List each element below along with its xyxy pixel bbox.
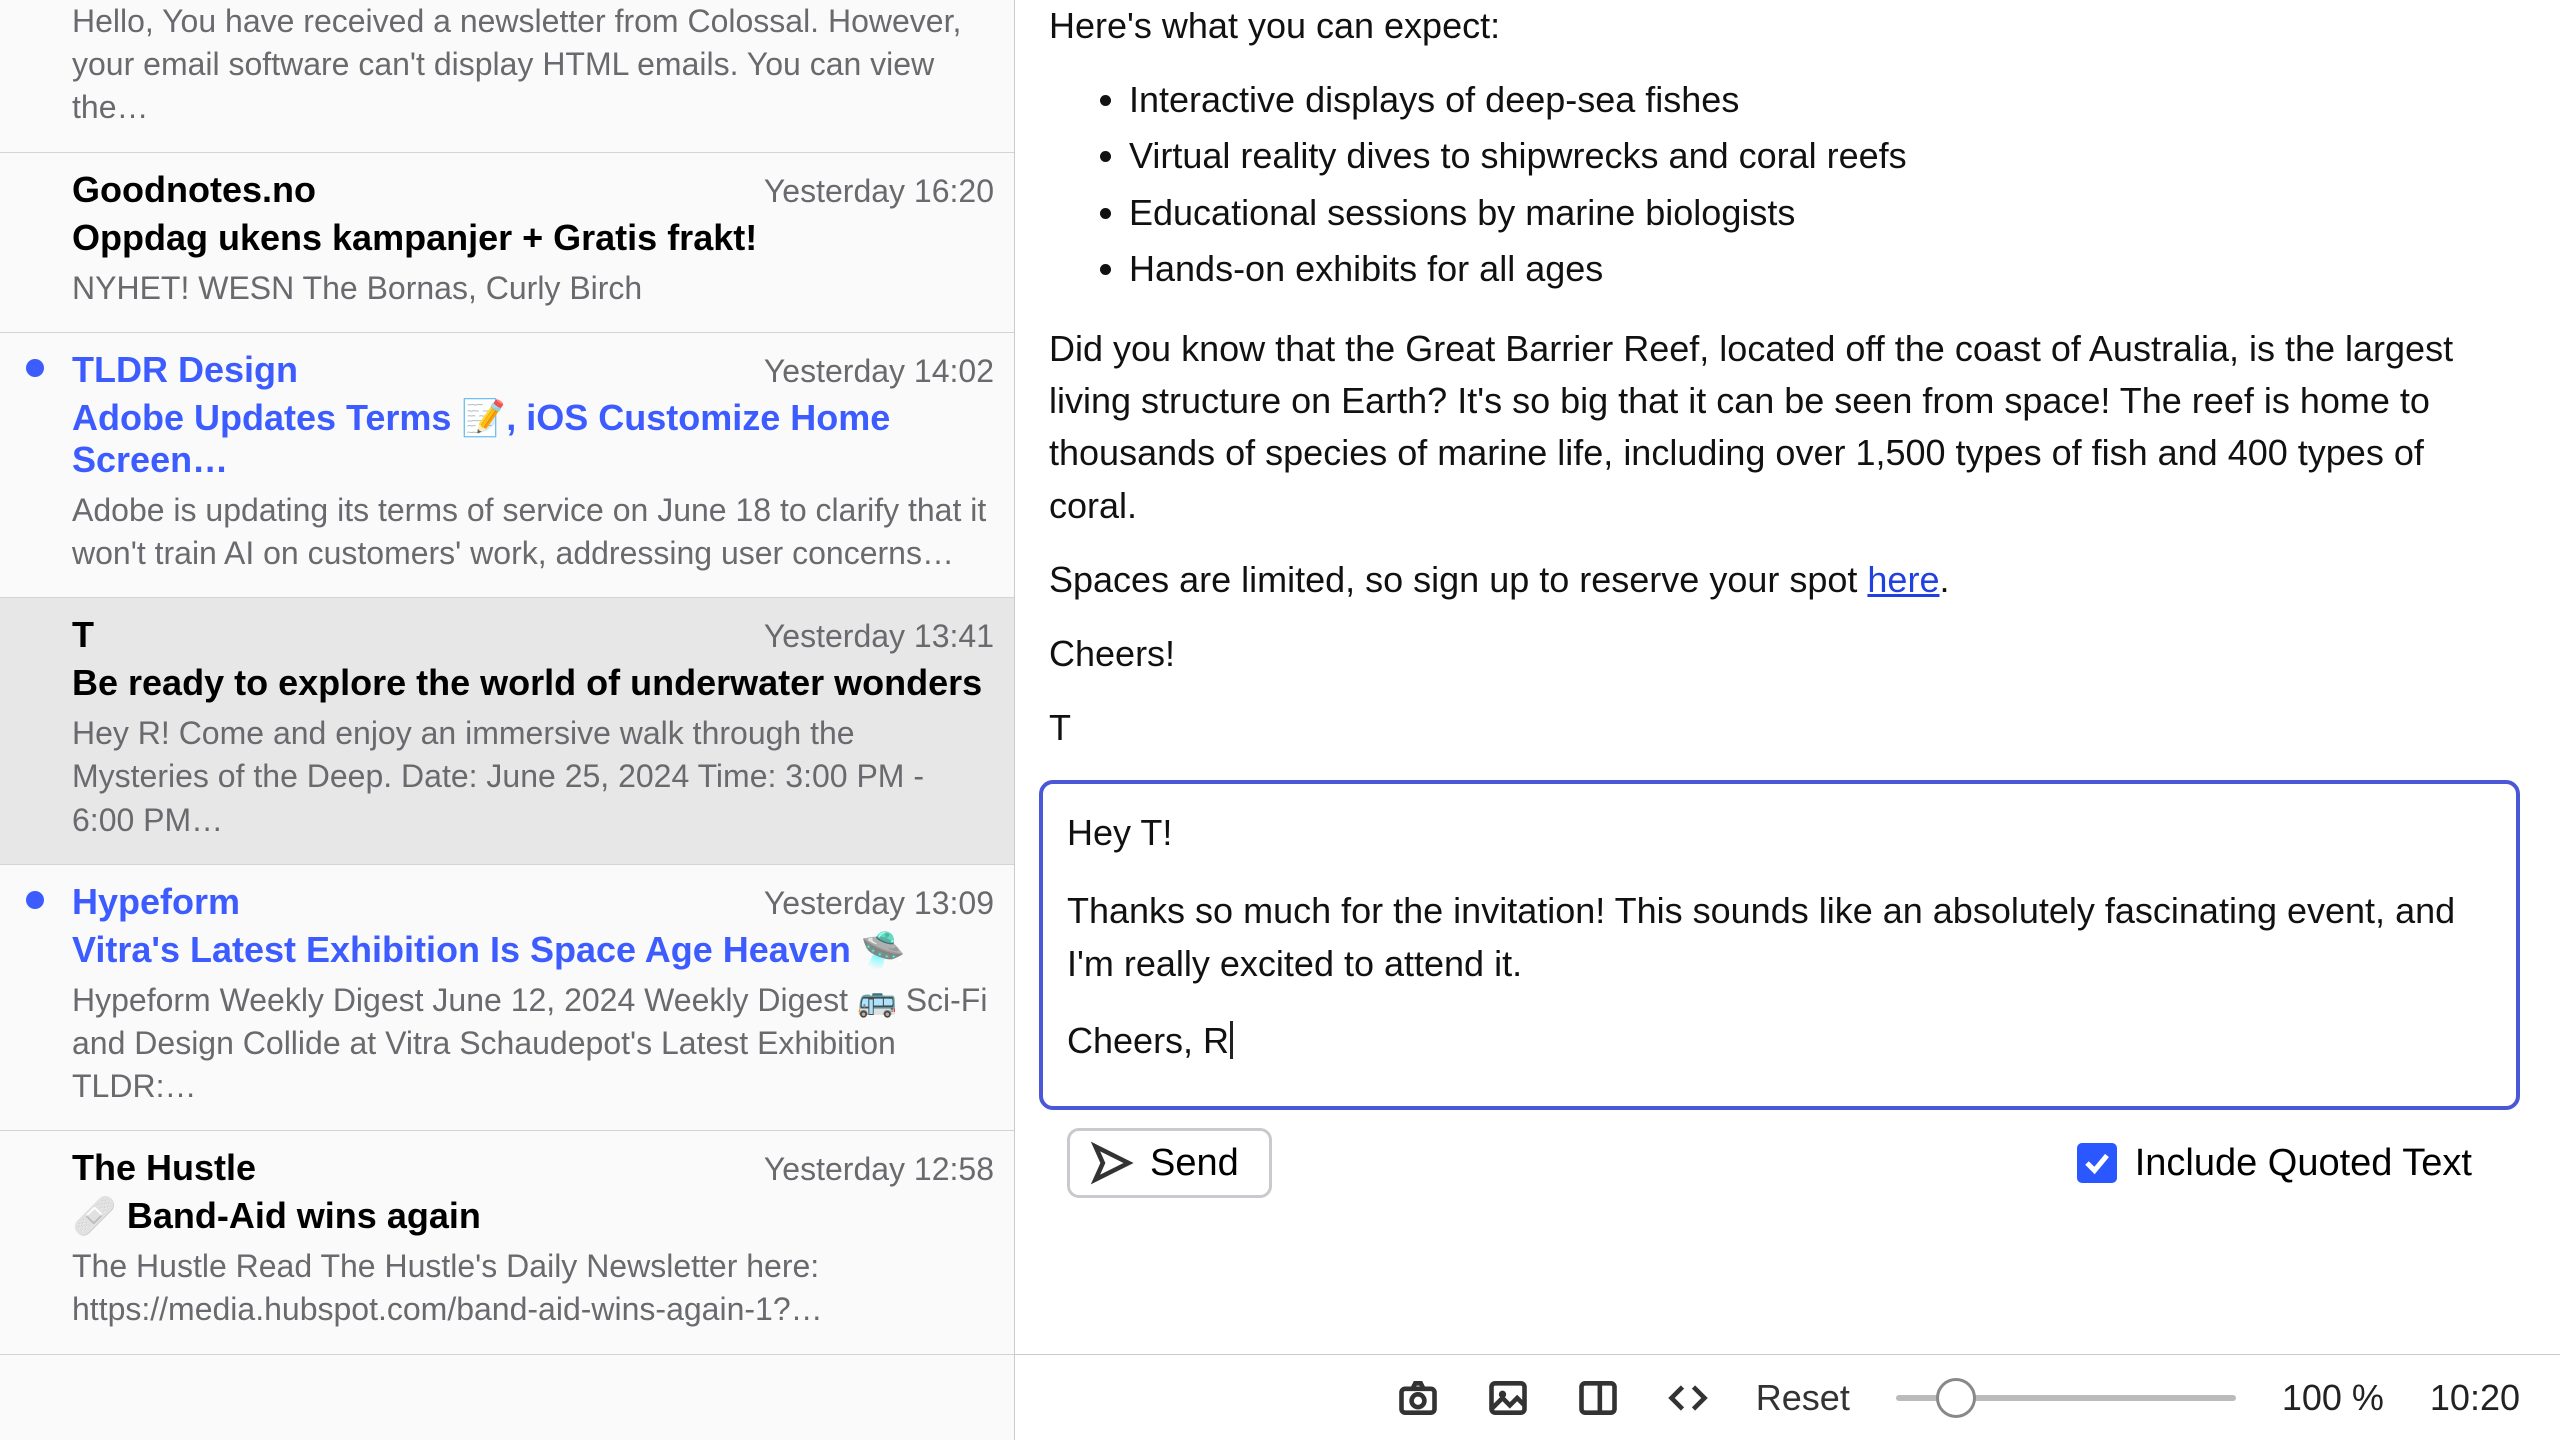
body-cheers: Cheers! [1049,628,2508,680]
clock-label: 10:20 [2430,1377,2520,1419]
email-sender: Hypeform [72,881,240,923]
bullet-item: Educational sessions by marine biologist… [1129,187,2508,239]
zoom-slider[interactable] [1896,1395,2236,1401]
email-time: Yesterday 16:20 [764,173,994,210]
email-sender: The Hustle [72,1147,256,1189]
email-preview: The Hustle Read The Hustle's Daily Newsl… [72,1245,994,1331]
email-time: Yesterday 14:02 [764,353,994,390]
reset-button[interactable]: Reset [1756,1377,1850,1419]
send-button[interactable]: Send [1067,1128,1272,1198]
bullet-item: Hands-on exhibits for all ages [1129,243,2508,295]
compose-closing: Cheers, R [1067,1014,2492,1067]
email-time: Yesterday 13:41 [764,618,994,655]
split-view-icon[interactable] [1576,1376,1620,1420]
unread-dot-icon [26,359,44,377]
code-icon[interactable] [1666,1376,1710,1420]
body-fact: Did you know that the Great Barrier Reef… [1049,323,2508,532]
email-list-item[interactable]: Goodnotes.no Yesterday 16:20 Oppdag uken… [0,153,1014,333]
email-preview: Hypeform Weekly Digest June 12, 2024 Wee… [72,979,994,1109]
body-bullet-list: Interactive displays of deep-sea fishes … [1129,74,2508,295]
email-list-item[interactable]: Hello, You have received a newsletter fr… [0,0,1014,153]
body-intro: Here's what you can expect: [1049,0,2508,52]
email-body: Here's what you can expect: Interactive … [1015,0,2560,776]
email-content-pane: Here's what you can expect: Interactive … [1015,0,2560,1440]
email-list-item[interactable]: TLDR Design Yesterday 14:02 Adobe Update… [0,333,1014,598]
text-cursor-icon [1230,1021,1233,1059]
send-icon [1090,1141,1134,1185]
email-list-item[interactable]: The Hustle Yesterday 12:58 🩹 Band-Aid wi… [0,1131,1014,1354]
cta-pre: Spaces are limited, so sign up to reserv… [1049,559,1867,600]
include-quoted-text-label: Include Quoted Text [2135,1142,2472,1185]
email-time: Yesterday 13:09 [764,885,994,922]
email-time: Yesterday 12:58 [764,1151,994,1188]
include-quoted-text-checkbox[interactable]: Include Quoted Text [2077,1142,2472,1185]
cta-post: . [1939,559,1949,600]
email-preview: Adobe is updating its terms of service o… [72,489,994,575]
zoom-percent-label: 100 % [2282,1377,2384,1419]
email-list-sidebar: Hello, You have received a newsletter fr… [0,0,1015,1440]
checkbox-checked-icon [2077,1143,2117,1183]
email-list-item-selected[interactable]: T Yesterday 13:41 Be ready to explore th… [0,598,1014,865]
email-subject: 🩹 Band-Aid wins again [72,1195,994,1237]
camera-icon[interactable] [1396,1376,1440,1420]
reply-compose-textarea[interactable]: Hey T! Thanks so much for the invitation… [1039,780,2520,1110]
body-cta: Spaces are limited, so sign up to reserv… [1049,554,2508,606]
email-sender: T [72,614,94,656]
image-icon[interactable] [1486,1376,1530,1420]
body-signature: T [1049,702,2508,754]
signup-link[interactable]: here [1867,559,1939,600]
email-preview: NYHET! WESN The Bornas, Curly Birch [72,267,994,310]
email-list-item[interactable]: Hypeform Yesterday 13:09 Vitra's Latest … [0,865,1014,1132]
email-subject: Be ready to explore the world of underwa… [72,662,994,704]
compose-body: Thanks so much for the invitation! This … [1067,884,2492,991]
bullet-item: Virtual reality dives to shipwrecks and … [1129,130,2508,182]
send-label: Send [1150,1142,1239,1185]
email-subject: Oppdag ukens kampanjer + Gratis frakt! [72,217,994,259]
bottom-toolbar: Reset 100 % 10:20 [1015,1354,2560,1440]
unread-dot-icon [26,891,44,909]
email-subject: Adobe Updates Terms 📝, iOS Customize Hom… [72,397,994,481]
email-sender: Goodnotes.no [72,169,316,211]
email-preview: Hello, You have received a newsletter fr… [72,0,994,130]
bullet-item: Interactive displays of deep-sea fishes [1129,74,2508,126]
email-sender: TLDR Design [72,349,298,391]
slider-knob-icon[interactable] [1936,1378,1976,1418]
email-subject: Vitra's Latest Exhibition Is Space Age H… [72,929,994,971]
email-preview: Hey R! Come and enjoy an immersive walk … [72,712,994,842]
compose-greeting: Hey T! [1067,806,2492,859]
